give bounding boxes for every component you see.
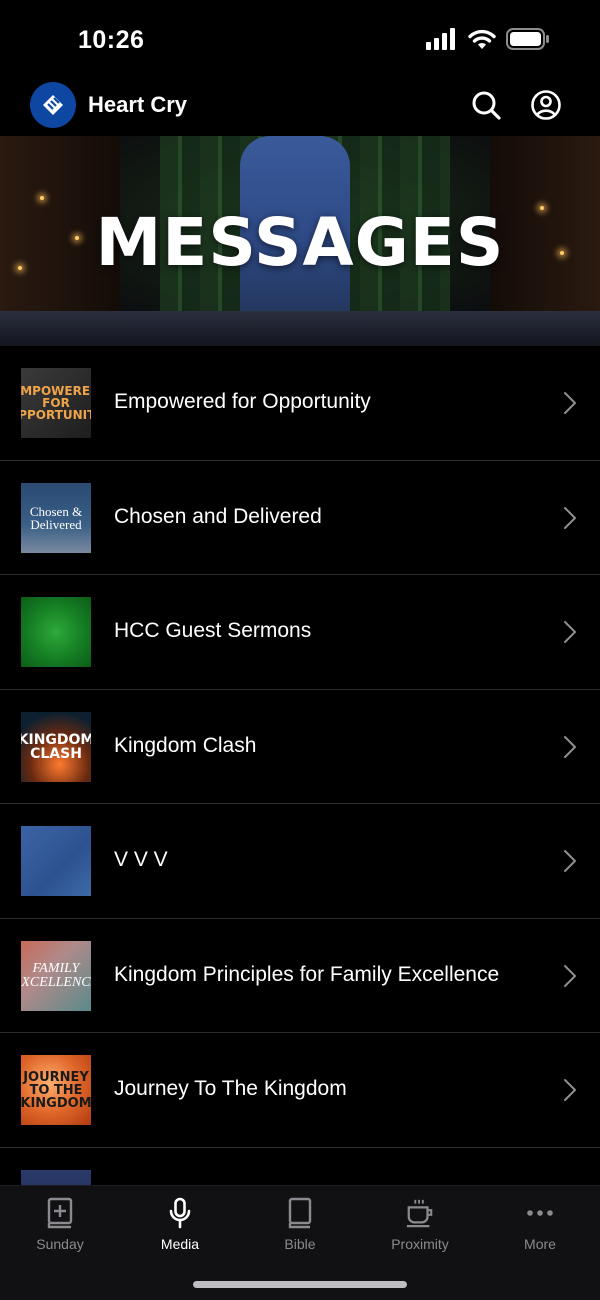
tab-proximity[interactable]: Proximity	[360, 1196, 480, 1266]
status-bar: 10:26	[0, 0, 600, 80]
series-title: HCC Guest Sermons	[114, 619, 312, 642]
tab-label: Bible	[284, 1236, 316, 1252]
coffee-cup-icon	[406, 1199, 433, 1228]
series-thumbnail	[21, 597, 91, 667]
list-item[interactable]: JOURNEY TO THE KINGDOM Journey To The Ki…	[0, 1033, 600, 1148]
list-item[interactable]: V V V	[0, 804, 600, 919]
list-item[interactable]: EMPOWERED FOR OPPORTUNITY Empowered for …	[0, 346, 600, 461]
tab-label: More	[524, 1236, 556, 1252]
bible-plus-icon	[47, 1197, 73, 1229]
series-title: Journey To The Kingdom	[114, 1077, 347, 1100]
heart-cry-logo-icon	[43, 95, 63, 115]
tab-label: Sunday	[36, 1236, 84, 1252]
search-icon	[472, 91, 501, 120]
hero-stage	[0, 311, 600, 346]
chevron-right-icon	[564, 964, 576, 987]
app-logo[interactable]	[30, 82, 76, 128]
chevron-right-icon	[564, 735, 576, 758]
series-title: Chosen and Delivered	[114, 504, 322, 528]
microphone-icon	[169, 1197, 191, 1229]
cellular-signal-icon	[426, 28, 455, 50]
list-item[interactable]: HCC Guest Sermons	[0, 575, 600, 690]
series-thumbnail: KINGDOM CLASH	[21, 711, 91, 782]
app-title: Heart Cry	[88, 92, 188, 117]
series-thumbnail	[21, 826, 91, 896]
status-icons	[426, 28, 550, 50]
tab-sunday[interactable]: Sunday	[0, 1196, 120, 1266]
battery-icon	[506, 28, 549, 50]
user-account-icon	[531, 90, 561, 120]
series-thumbnail: JOURNEY TO THE KINGDOM	[21, 1055, 91, 1125]
home-indicator[interactable]	[193, 1281, 407, 1288]
more-dots-icon	[527, 1210, 553, 1216]
tab-label: Proximity	[391, 1236, 449, 1252]
chevron-right-icon	[564, 1079, 576, 1101]
tab-more[interactable]: More	[480, 1196, 600, 1266]
messages-hero-banner: MESSAGES	[0, 136, 600, 346]
chevron-right-icon	[564, 621, 576, 643]
profile-button[interactable]	[529, 88, 563, 122]
series-thumbnail: FAMILY EXCELLENCE	[21, 940, 91, 1011]
message-series-list: EMPOWERED FOR OPPORTUNITY Empowered for …	[0, 346, 600, 1262]
series-thumbnail: Chosen & Delivered	[21, 482, 91, 553]
book-icon	[288, 1197, 312, 1229]
app-header: Heart Cry	[0, 80, 600, 136]
series-title: Empowered for Opportunity	[114, 390, 371, 413]
chevron-right-icon	[564, 506, 576, 529]
series-title: V V V	[114, 848, 168, 871]
search-button[interactable]	[469, 88, 503, 122]
tab-media[interactable]: Media	[120, 1196, 240, 1266]
list-item[interactable]: KINGDOM CLASH Kingdom Clash	[0, 690, 600, 804]
chevron-right-icon	[564, 850, 576, 872]
tab-bible[interactable]: Bible	[240, 1196, 360, 1266]
hero-title: MESSAGES	[95, 204, 505, 281]
series-title: Kingdom Principles for Family Excellence	[114, 962, 500, 986]
series-title: Kingdom Clash	[114, 733, 257, 757]
hero-light	[40, 196, 44, 200]
wifi-icon	[468, 29, 496, 49]
chevron-right-icon	[564, 392, 576, 414]
list-item[interactable]: Chosen & Delivered Chosen and Delivered	[0, 461, 600, 575]
status-time: 10:26	[78, 26, 145, 54]
list-item[interactable]: FAMILY EXCELLENCE Kingdom Principles for…	[0, 919, 600, 1033]
series-thumbnail: EMPOWERED FOR OPPORTUNITY	[21, 368, 91, 438]
tab-label: Media	[160, 1236, 200, 1252]
